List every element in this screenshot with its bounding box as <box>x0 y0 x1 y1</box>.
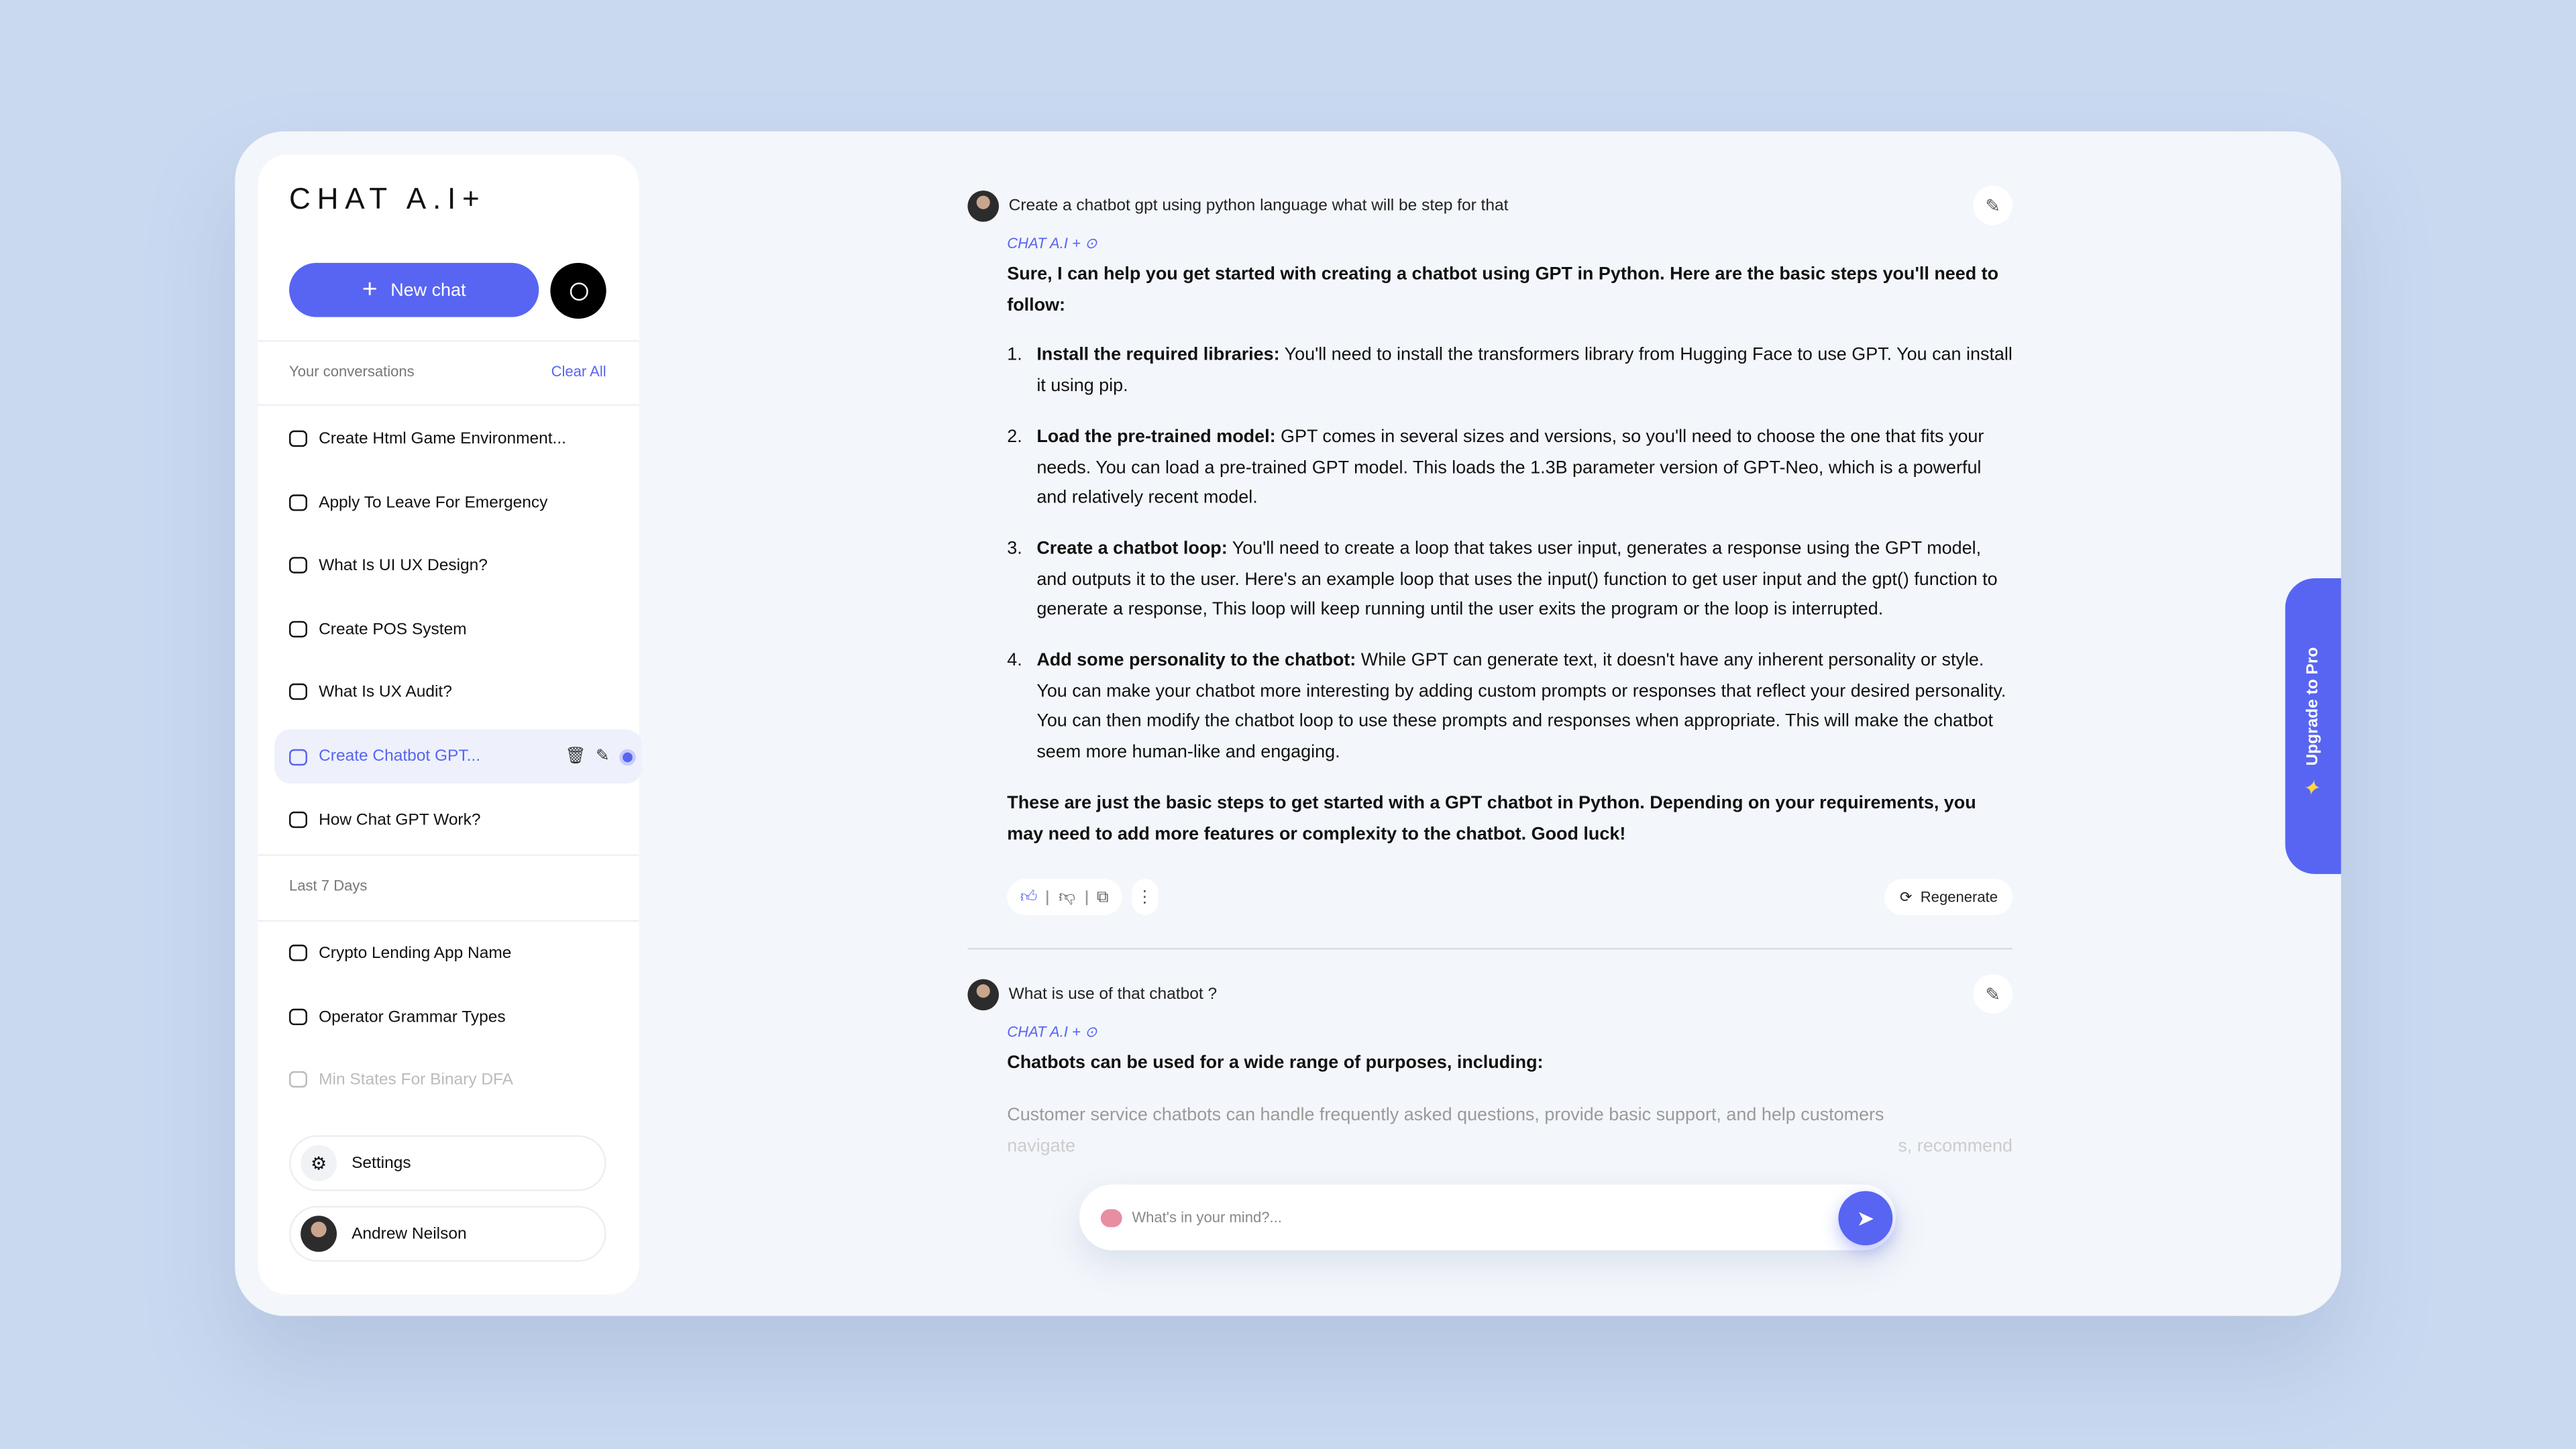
answer-text: navigate <box>1007 1136 1076 1157</box>
step-item: 1. Install the required libraries: You'll… <box>1007 345 2012 396</box>
chat-bubble-icon <box>289 494 307 511</box>
search-icon <box>569 282 588 300</box>
clear-all-link[interactable]: Clear All <box>551 363 606 379</box>
settings-label: Settings <box>352 1154 411 1173</box>
chat-bubble-icon <box>289 621 307 638</box>
steps-list: 1. Install the required libraries: You'll… <box>1007 341 2012 769</box>
conversation-item[interactable]: How Chat GPT Work? <box>289 802 618 838</box>
message-input[interactable]: What's in your mind?... ➤ <box>1079 1184 1896 1250</box>
chat-bubble-icon <box>289 1008 307 1026</box>
conversation-item[interactable]: Apply To Leave For Emergency <box>289 484 618 521</box>
chat-bubble-icon <box>289 683 307 700</box>
bot-answer: Chatbots can be used for a wide range of… <box>1007 1049 2012 1162</box>
bot-answer: Sure, I can help you get started with cr… <box>1007 260 2012 850</box>
chat-thread: Create a chatbot gpt using python langua… <box>967 180 2013 1162</box>
user-message: Create a chatbot gpt using python langua… <box>967 180 2013 229</box>
conversation-item[interactable]: Create POS System <box>289 611 618 647</box>
sidebar: CHAT A.I+ + New chat Your conversations C… <box>258 154 643 1295</box>
send-icon: ➤ <box>1856 1205 1875 1230</box>
item-label: What Is UX Audit? <box>319 682 452 701</box>
divider <box>258 404 639 406</box>
edit-icon[interactable]: ✎ <box>1973 974 2013 1014</box>
conversation-item[interactable]: Create Html Game Environment... <box>289 421 618 457</box>
new-chat-label: New chat <box>390 280 466 300</box>
upgrade-label: Upgrade to Pro <box>2304 647 2322 766</box>
answer-outro: These are just the basic steps to get st… <box>1007 793 1976 844</box>
step-item: 4. Add some personality to the chatbot: W… <box>1007 650 2006 763</box>
active-indicator <box>619 748 636 765</box>
chat-bubble-icon <box>289 557 307 574</box>
logo: CHAT A.I+ <box>289 182 486 215</box>
conversation-item[interactable]: Min States For Binary DFA <box>289 1061 618 1097</box>
edit-icon[interactable]: ✎ <box>1973 185 2013 225</box>
chat-bubble-icon <box>289 748 307 765</box>
divider <box>967 948 2013 951</box>
divider <box>258 854 639 856</box>
new-chat-button[interactable]: + New chat <box>289 262 539 317</box>
send-button[interactable]: ➤ <box>1838 1191 1893 1246</box>
item-label: How Chat GPT Work? <box>319 810 481 829</box>
copy-icon[interactable]: ⧉ <box>1097 888 1108 906</box>
bot-label: CHAT A.I + ⊙ <box>1007 235 1097 252</box>
item-label: Create Html Game Environment... <box>319 429 566 448</box>
search-button[interactable] <box>550 262 606 319</box>
last-7-days-heading: Last 7 Days <box>289 877 368 894</box>
regenerate-button[interactable]: ⟳ Regenerate <box>1884 879 2013 916</box>
settings-button[interactable]: ⚙ Settings <box>289 1135 606 1191</box>
item-label: Create POS System <box>319 620 467 639</box>
answer-text: Customer service chatbots can handle fre… <box>1007 1106 1884 1126</box>
avatar <box>967 189 999 221</box>
thumbs-down-icon[interactable]: 👎︎ <box>1059 888 1075 908</box>
user-profile[interactable]: Andrew Neilson <box>289 1205 606 1262</box>
item-label: What Is UI UX Design? <box>319 555 488 574</box>
conversation-item[interactable]: Crypto Lending App Name <box>289 934 618 971</box>
item-label: Min States For Binary DFA <box>319 1070 514 1089</box>
step-item: 2. Load the pre-trained model: GPT comes … <box>1007 427 1984 508</box>
thumbs-up-icon[interactable]: 👍︎ <box>1020 888 1038 908</box>
trash-icon[interactable]: 🗑 <box>565 747 586 765</box>
chat-bubble-icon <box>289 430 307 447</box>
item-label: Create Chatbot GPT... <box>319 747 481 766</box>
item-label: Crypto Lending App Name <box>319 943 512 962</box>
message-text: Create a chatbot gpt using python langua… <box>1008 196 1509 215</box>
divider <box>258 920 639 922</box>
answer-toolbar: 👍︎ 👎︎ ⧉ ⋮ ⟳ Regenerate <box>1007 879 2013 916</box>
avatar <box>301 1216 337 1252</box>
item-label: Operator Grammar Types <box>319 1008 506 1026</box>
answer-text: s, recommend <box>1898 1136 2013 1157</box>
conversation-item[interactable]: What Is UX Audit? <box>289 674 618 710</box>
message-text: What is use of that chatbot ? <box>1008 985 1218 1004</box>
answer-intro: Chatbots can be used for a wide range of… <box>1007 1053 1544 1073</box>
chat-bubble-icon <box>289 945 307 961</box>
answer-intro: Sure, I can help you get started with cr… <box>1007 264 1999 315</box>
conversation-item[interactable]: Operator Grammar Types <box>289 999 618 1035</box>
input-placeholder: What's in your mind?... <box>1132 1209 1282 1226</box>
chat-bubble-icon <box>289 811 307 828</box>
sparkle-icon: ✦ <box>2302 775 2320 800</box>
avatar <box>967 978 999 1010</box>
bot-label: CHAT A.I + ⊙ <box>1007 1024 1097 1040</box>
conversation-item-active[interactable]: Create Chatbot GPT... 🗑 ✎ <box>274 729 643 784</box>
upgrade-to-pro-tab[interactable]: Upgrade to Pro ✦ <box>2285 578 2341 874</box>
user-name: Andrew Neilson <box>352 1224 467 1243</box>
refresh-icon: ⟳ <box>1900 888 1913 905</box>
conversations-heading: Your conversations <box>289 363 415 380</box>
gear-icon: ⚙ <box>301 1144 337 1181</box>
conversation-item[interactable]: What Is UI UX Design? <box>289 547 618 584</box>
edit-icon[interactable]: ✎ <box>596 747 610 765</box>
regenerate-label: Regenerate <box>1920 889 1998 906</box>
step-item: 3. Create a chatbot loop: You'll need to … <box>1007 539 1998 621</box>
divider <box>258 339 639 342</box>
feedback-group: 👍︎ 👎︎ ⧉ <box>1007 879 1122 916</box>
plus-icon: + <box>362 275 378 303</box>
brain-icon <box>1100 1208 1122 1227</box>
more-options-icon[interactable]: ⋮ <box>1131 879 1158 916</box>
item-label: Apply To Leave For Emergency <box>319 493 548 512</box>
chat-bubble-icon <box>289 1071 307 1088</box>
user-message: What is use of that chatbot ? ✎ <box>967 970 2013 1019</box>
